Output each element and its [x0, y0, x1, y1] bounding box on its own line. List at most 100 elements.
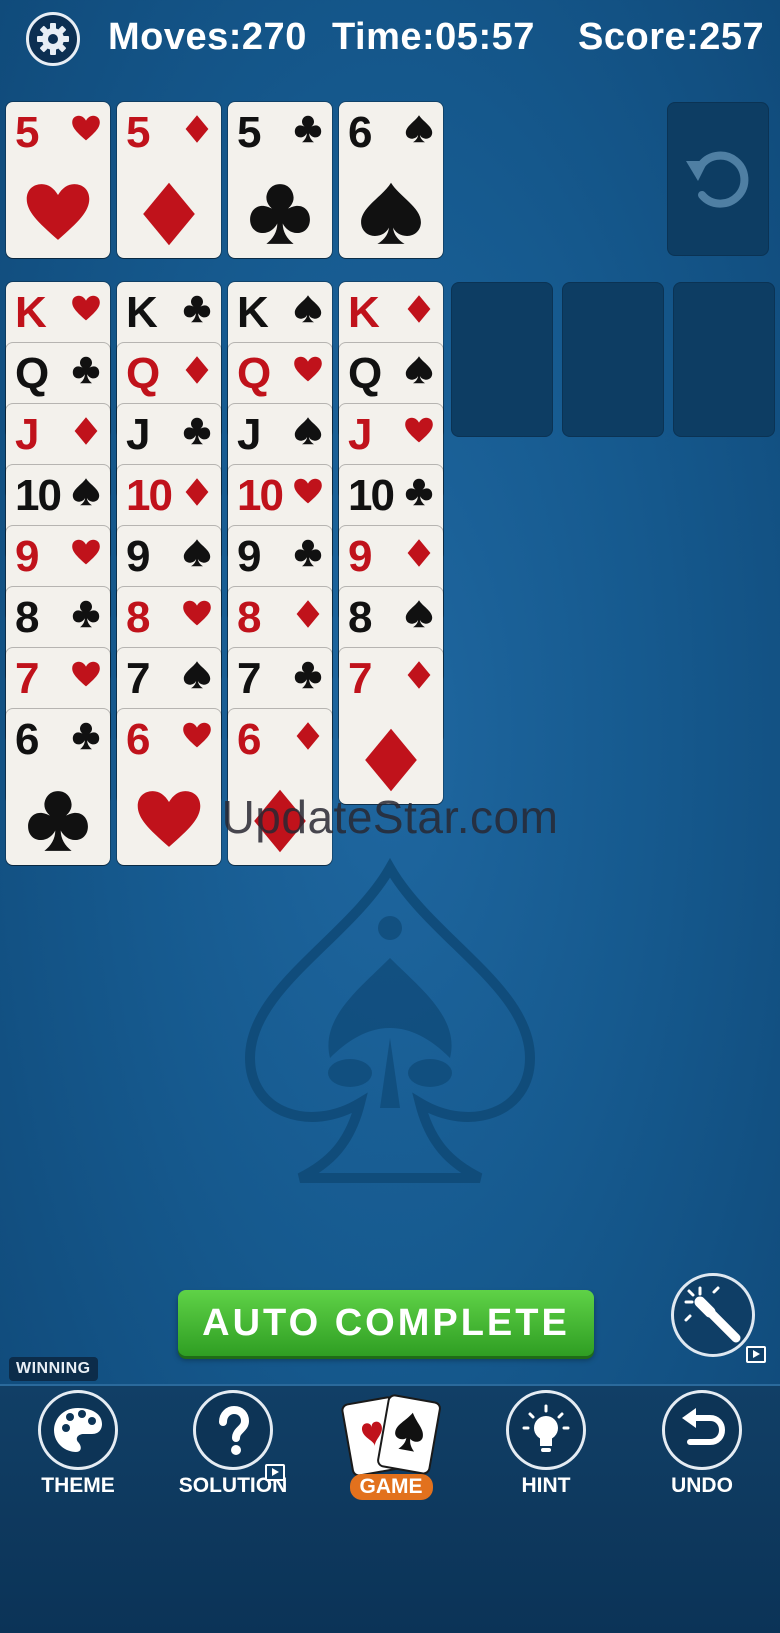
club-suit-icon [294, 539, 322, 567]
card-rank: K [126, 288, 158, 337]
stock-redeal-slot[interactable] [667, 102, 769, 256]
diamond-suit-icon [185, 478, 209, 506]
empty-slot[interactable] [451, 282, 553, 437]
card-rank: 9 [348, 532, 373, 581]
score-label: Score: [578, 16, 700, 58]
card-7-of-diamonds[interactable]: 7 [339, 648, 443, 804]
card-rank: 10 [15, 471, 62, 520]
time-label: Time: [332, 16, 436, 58]
club-suit-icon [72, 722, 100, 750]
theme-icon-circle [38, 1390, 118, 1470]
spade-suit-icon [72, 478, 100, 506]
card-rank: J [126, 410, 151, 459]
nav-undo-label: UNDO [671, 1474, 733, 1497]
nav-solution[interactable]: SOLUTION [173, 1390, 293, 1500]
nav-theme-label: THEME [41, 1474, 115, 1497]
magic-wand-button[interactable] [671, 1273, 766, 1363]
settings-button[interactable] [26, 12, 80, 66]
heart-suit-icon [72, 661, 100, 687]
card-rank: 10 [126, 471, 173, 520]
diamond-suit-icon [407, 539, 431, 567]
card-rank: Q [126, 349, 160, 398]
club-suit-icon [294, 115, 322, 143]
spade-suit-icon [294, 417, 322, 445]
card-rank: Q [15, 349, 49, 398]
card-rank: 10 [237, 471, 284, 520]
hint-icon-circle [506, 1390, 586, 1470]
diamond-suit-icon [296, 722, 320, 750]
spade-suit-icon [183, 539, 211, 567]
undo-icon [682, 1408, 726, 1445]
auto-complete-button[interactable]: AUTO COMPLETE [178, 1290, 594, 1356]
card-rank: K [237, 288, 269, 337]
gear-icon [37, 23, 69, 55]
card-rank: 8 [348, 593, 373, 642]
heart-suit-icon [72, 115, 100, 141]
spade-suit-icon [405, 356, 433, 384]
card-5-of-hearts[interactable]: 5 [6, 102, 110, 258]
nav-game[interactable]: GAME [331, 1390, 451, 1500]
club-suit-icon [183, 295, 211, 323]
nav-game-label: GAME [349, 1474, 433, 1500]
heart-suit-icon [72, 539, 100, 565]
card-rank: 9 [237, 532, 262, 581]
palette-icon [54, 1408, 102, 1452]
heart-suit-icon [183, 600, 211, 626]
empty-slot[interactable] [673, 282, 775, 437]
heart-suit-icon [405, 417, 433, 443]
score: Score:257 [578, 16, 764, 59]
card-rank: 5 [126, 108, 151, 157]
diamond-suit-icon [407, 661, 431, 689]
spade-suit-icon [405, 600, 433, 628]
cards-icon [341, 1394, 441, 1477]
magic-wand-icon [684, 1286, 741, 1343]
card-rank: 9 [15, 532, 40, 581]
card-rank: 7 [348, 654, 373, 703]
nav-theme[interactable]: THEME [18, 1390, 138, 1500]
diamond-suit-icon [296, 600, 320, 628]
refresh-icon [686, 151, 749, 208]
moves-label: Moves: [108, 16, 242, 58]
moves-value: 270 [241, 16, 307, 58]
diamond-suit-icon [365, 728, 417, 792]
card-rank: 10 [348, 471, 395, 520]
card-rank: J [348, 410, 373, 459]
card-rank: 6 [15, 715, 40, 764]
club-suit-icon [183, 417, 211, 445]
card-rank: 9 [126, 532, 151, 581]
nav-hint-label: HINT [521, 1474, 571, 1497]
score-value: 257 [699, 16, 765, 58]
heart-suit-icon [72, 295, 100, 321]
card-5-of-clubs[interactable]: 5 [228, 102, 332, 258]
club-suit-icon [72, 600, 100, 628]
card-rank: Q [237, 349, 271, 398]
solution-icon-circle [193, 1390, 273, 1470]
moves-counter: Moves:270 [108, 16, 307, 59]
card-6-of-spades[interactable]: 6 [339, 102, 443, 258]
empty-slot[interactable] [562, 282, 664, 437]
card-5-of-diamonds[interactable]: 5 [117, 102, 221, 258]
diamond-suit-icon [74, 417, 98, 445]
card-rank: J [237, 410, 262, 459]
diamond-suit-icon [185, 115, 209, 143]
spade-suit-icon [361, 182, 421, 244]
nav-undo[interactable]: UNDO [642, 1390, 762, 1500]
winning-badge: WINNING [9, 1357, 98, 1381]
card-rank: 8 [15, 593, 40, 642]
card-rank: 5 [15, 108, 40, 157]
lightbulb-icon [522, 1404, 570, 1452]
card-rank: K [348, 288, 380, 337]
question-icon [219, 1405, 250, 1455]
card-rank: J [15, 410, 40, 459]
timer: Time:05:57 [332, 16, 535, 59]
nav-hint[interactable]: HINT [486, 1390, 606, 1500]
card-rank: K [15, 288, 47, 337]
diamond-suit-icon [185, 356, 209, 384]
card-rank: 7 [126, 654, 151, 703]
video-ad-icon [265, 1464, 285, 1481]
heart-suit-icon [26, 184, 90, 240]
heart-suit-icon [183, 722, 211, 748]
club-suit-icon [405, 478, 433, 506]
spade-suit-icon [183, 661, 211, 689]
spade-suit-icon [405, 115, 433, 143]
